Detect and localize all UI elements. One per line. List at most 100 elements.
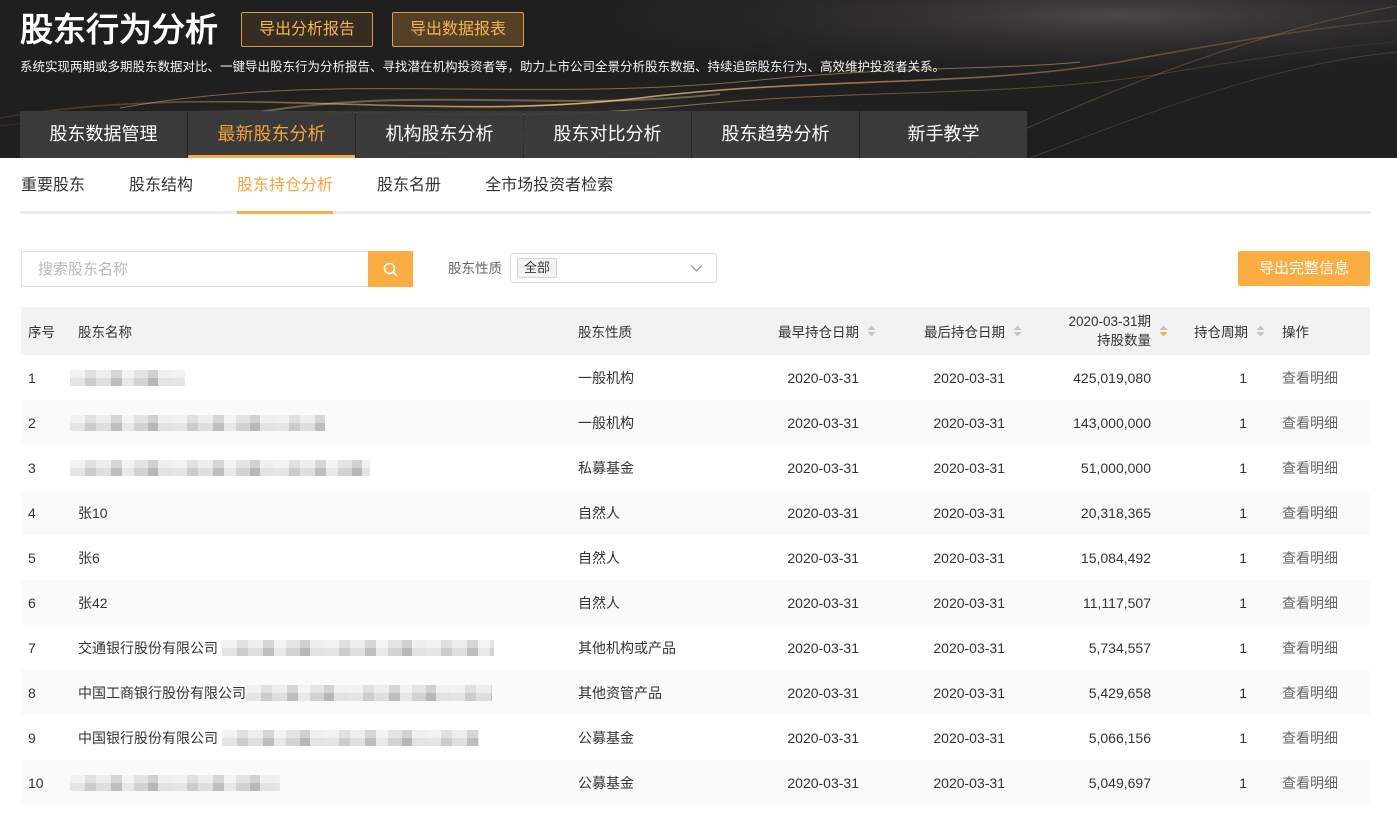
sort-icon[interactable] (866, 324, 877, 338)
cell-holder-name: 张42 (71, 580, 571, 625)
sort-icon[interactable] (1158, 324, 1169, 338)
cell-holding-periods-text: 1 (1239, 774, 1247, 791)
column-header-label: 持仓周期 (1194, 325, 1248, 340)
tab-latest-shareholder-analysis[interactable]: 最新股东分析 (188, 111, 355, 158)
cell-holder-name-text: 中国工商银行股份有限公司 (78, 684, 246, 701)
cell-holding-periods: 1 (1172, 715, 1270, 760)
column-header-last-holding-date[interactable]: 最后持仓日期 (880, 307, 1026, 355)
view-details-link[interactable]: 查看明细 (1270, 580, 1370, 625)
cell-shares-held-text: 425,019,080 (1073, 369, 1151, 386)
cell-index-text: 1 (28, 369, 36, 386)
cell-shares-held-text: 11,117,507 (1083, 594, 1151, 611)
table-body: 1 一般机构 2020-03-31 2020-03-31 425,019,080 1 查看明… (21, 355, 1370, 805)
column-header-label: 最早持仓日期 (778, 325, 859, 340)
cell-last-holding-date-text: 2020-03-31 (933, 459, 1005, 476)
sub-tab-shareholder-register[interactable]: 股东名册 (377, 170, 441, 214)
cell-index-text: 9 (28, 729, 36, 746)
view-details-link[interactable]: 查看明细 (1270, 625, 1370, 670)
export-data-report-button[interactable]: 导出数据报表 (392, 12, 524, 47)
holder-nature-select[interactable]: 全部 (510, 253, 717, 283)
page: 股东行为分析 导出分析报告 导出数据报表 系统实现两期或多期股东数据对比、一键导… (0, 0, 1397, 815)
cell-last-holding-date-text: 2020-03-31 (933, 549, 1005, 566)
cell-shares-held: 5,066,156 (1026, 715, 1172, 760)
holder-nature-selected-tag[interactable]: 全部 (517, 258, 558, 278)
cell-holder-name: 交通银行股份有限公司 (71, 625, 571, 670)
cell-first-holding-date: 2020-03-31 (700, 400, 880, 445)
cell-index-text: 2 (28, 414, 36, 431)
view-details-link-text[interactable]: 查看明细 (1282, 413, 1338, 433)
view-details-link[interactable]: 查看明细 (1270, 760, 1370, 805)
cell-holder-nature-text: 自然人 (578, 504, 620, 521)
cell-last-holding-date: 2020-03-31 (880, 580, 1026, 625)
tab-shareholder-comparison[interactable]: 股东对比分析 (524, 111, 691, 158)
cell-last-holding-date: 2020-03-31 (880, 400, 1026, 445)
view-details-link-text[interactable]: 查看明细 (1282, 548, 1338, 568)
view-details-link[interactable]: 查看明细 (1270, 670, 1370, 715)
cell-index: 2 (21, 400, 71, 445)
cell-holder-nature: 自然人 (571, 580, 700, 625)
view-details-link-text[interactable]: 查看明细 (1282, 593, 1338, 613)
view-details-link[interactable]: 查看明细 (1270, 715, 1370, 760)
sort-icon[interactable] (1255, 324, 1266, 338)
cell-holder-nature: 一般机构 (571, 355, 700, 400)
cell-holder-nature: 其他资管产品 (571, 670, 700, 715)
cell-last-holding-date: 2020-03-31 (880, 670, 1026, 715)
view-details-link-text[interactable]: 查看明细 (1282, 458, 1338, 478)
search-input[interactable] (22, 252, 368, 286)
view-details-link[interactable]: 查看明细 (1270, 445, 1370, 490)
cell-shares-held: 5,049,697 (1026, 760, 1172, 805)
cell-shares-held: 5,429,658 (1026, 670, 1172, 715)
cell-holder-name-text: 张42 (78, 594, 108, 611)
view-details-link-text[interactable]: 查看明细 (1282, 503, 1338, 523)
cell-holder-name-text: 交通银行股份有限公司 (78, 639, 218, 656)
sub-tab-major-shareholders[interactable]: 重要股东 (21, 170, 85, 214)
cell-first-holding-date-text: 2020-03-31 (787, 774, 859, 791)
tab-shareholder-trend[interactable]: 股东趋势分析 (692, 111, 859, 158)
sub-tab-market-investor-search[interactable]: 全市场投资者检索 (485, 170, 613, 214)
view-details-link-text[interactable]: 查看明细 (1282, 683, 1338, 703)
sub-tab-bar: 重要股东 股东结构 股东持仓分析 股东名册 全市场投资者检索 (21, 170, 657, 214)
cell-index: 6 (21, 580, 71, 625)
tab-institutional-shareholder-analysis[interactable]: 机构股东分析 (356, 111, 523, 158)
sub-tab-holding-analysis[interactable]: 股东持仓分析 (237, 170, 334, 214)
cell-holding-periods-text: 1 (1239, 369, 1247, 386)
cell-shares-held-text: 51,000,000 (1080, 459, 1151, 476)
cell-shares-held-text: 143,000,000 (1073, 414, 1151, 431)
search-button[interactable] (368, 251, 413, 287)
sub-tab-shareholder-structure[interactable]: 股东结构 (129, 170, 193, 214)
cell-first-holding-date: 2020-03-31 (700, 490, 880, 535)
search-icon (383, 262, 398, 277)
view-details-link-text[interactable]: 查看明细 (1282, 773, 1338, 793)
cell-first-holding-date: 2020-03-31 (700, 760, 880, 805)
hero-banner: 股东行为分析 导出分析报告 导出数据报表 系统实现两期或多期股东数据对比、一键导… (0, 0, 1397, 158)
cell-holder-nature-text: 公募基金 (578, 729, 634, 746)
tab-shareholder-data-management[interactable]: 股东数据管理 (20, 111, 187, 158)
column-header-holding-periods[interactable]: 持仓周期 (1172, 307, 1270, 355)
export-full-info-button[interactable]: 导出完整信息 (1238, 251, 1370, 286)
tab-beginner-tutorial[interactable]: 新手教学 (860, 111, 1027, 158)
view-details-link[interactable]: 查看明细 (1270, 400, 1370, 445)
cell-holding-periods-text: 1 (1239, 414, 1247, 431)
table-row: 6 张42 自然人 2020-03-31 2020-03-31 11,117,507 1 查看… (21, 580, 1370, 625)
cell-holder-nature: 自然人 (571, 490, 700, 535)
cell-holder-nature: 公募基金 (571, 760, 700, 805)
column-header-first-holding-date[interactable]: 最早持仓日期 (700, 307, 880, 355)
sort-icon[interactable] (1012, 324, 1023, 338)
view-details-link-text[interactable]: 查看明细 (1282, 728, 1338, 748)
cell-first-holding-date-text: 2020-03-31 (787, 594, 859, 611)
view-details-link[interactable]: 查看明细 (1270, 490, 1370, 535)
column-header-label-line1: 2020-03-31期 (1068, 314, 1151, 329)
view-details-link[interactable]: 查看明细 (1270, 355, 1370, 400)
cell-last-holding-date: 2020-03-31 (880, 490, 1026, 535)
view-details-link-text[interactable]: 查看明细 (1282, 638, 1338, 658)
view-details-link[interactable]: 查看明细 (1270, 535, 1370, 580)
column-header-shares-held[interactable]: 2020-03-31期 持股数量 (1026, 307, 1172, 355)
table-row: 8 中国工商银行股份有限公司 其他资管产品 2020-03-31 2020-03-31 5… (21, 670, 1370, 715)
redacted-name-mosaic (246, 684, 492, 701)
redacted-name-mosaic (70, 369, 185, 386)
export-analysis-report-button[interactable]: 导出分析报告 (241, 12, 373, 47)
cell-index-text: 6 (28, 594, 36, 611)
cell-holding-periods: 1 (1172, 355, 1270, 400)
cell-index: 10 (21, 760, 71, 805)
view-details-link-text[interactable]: 查看明细 (1282, 368, 1338, 388)
